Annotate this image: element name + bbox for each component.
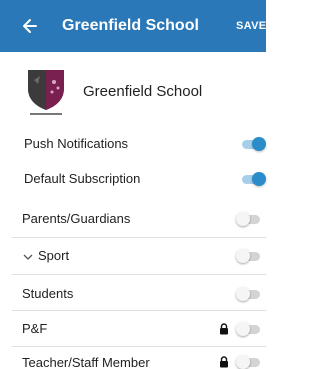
school-header: Greenfield School xyxy=(0,52,266,126)
save-button[interactable]: SAVE xyxy=(236,20,266,32)
group-label: Students xyxy=(22,286,74,301)
arrow-left-icon[interactable] xyxy=(22,16,38,36)
setting-label: Default Subscription xyxy=(24,171,141,186)
group-label: Sport xyxy=(38,248,70,263)
lock-icon xyxy=(220,323,228,335)
push-notifications-toggle[interactable] xyxy=(240,134,266,154)
chevron-down-icon[interactable] xyxy=(23,253,33,261)
group-label: Parents/Guardians xyxy=(22,211,131,226)
students-toggle[interactable] xyxy=(236,284,262,304)
push-notifications-row: Push Notifications xyxy=(0,126,266,162)
group-row-sport[interactable]: Sport xyxy=(0,238,266,274)
page-title: Greenfield School xyxy=(62,17,199,34)
group-label: P&F xyxy=(22,321,48,336)
pf-toggle[interactable] xyxy=(236,319,262,339)
default-subscription-row: Default Subscription xyxy=(0,162,266,198)
sport-toggle[interactable] xyxy=(236,246,262,266)
group-row-students: Students xyxy=(0,275,266,311)
lock-icon xyxy=(220,356,228,368)
setting-label: Push Notifications xyxy=(24,136,129,151)
app-bar: Greenfield School SAVE xyxy=(0,0,266,52)
school-name: Greenfield School xyxy=(83,83,203,100)
teacher-staff-toggle[interactable] xyxy=(236,352,262,369)
group-label: Teacher/Staff Member xyxy=(22,355,150,369)
parents-toggle[interactable] xyxy=(236,209,262,229)
group-row-teacher-staff: Teacher/Staff Member xyxy=(0,347,266,369)
default-subscription-toggle[interactable] xyxy=(240,169,266,189)
school-crest-logo xyxy=(28,70,64,115)
group-row-pf: P&F xyxy=(0,311,266,347)
group-row-parents: Parents/Guardians xyxy=(0,200,266,236)
